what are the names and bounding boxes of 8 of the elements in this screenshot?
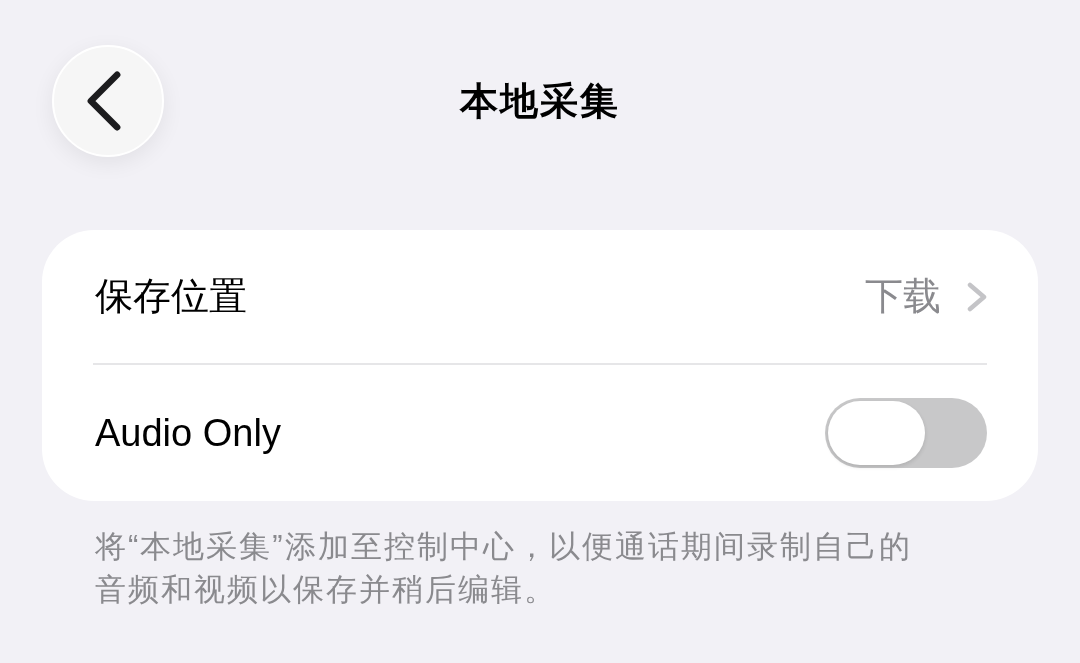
page-title: 本地采集 (460, 78, 620, 124)
back-icon (87, 71, 121, 131)
chevron-right-icon (967, 281, 987, 312)
setting-value: 下载 (865, 274, 941, 319)
footer-note: 将“本地采集”添加至控制中心，以便通话期间录制自己的音频和视频以保存并稍后编辑。 (95, 528, 913, 609)
setting-row[interactable]: 保存位置 下载 (42, 230, 1038, 363)
setting-label: 保存位置 (95, 274, 247, 319)
setting-label: Audio Only (95, 411, 281, 455)
